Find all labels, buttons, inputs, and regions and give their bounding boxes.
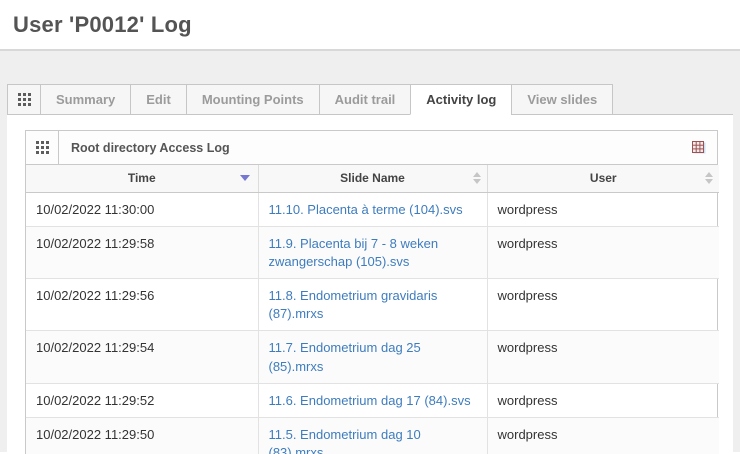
user-cell: wordpress [487,226,719,278]
user-cell: wordpress [487,331,719,383]
sort-desc-icon [240,175,250,181]
slide-cell: 11.8. Endometrium gravidaris (87).mrxs [258,279,487,331]
time-cell: 10/02/2022 11:29:50 [26,418,258,454]
column-header-time[interactable]: Time [26,165,258,192]
slide-cell: 11.9. Placenta bij 7 - 8 weken zwangersc… [258,226,487,278]
tab-activity-log[interactable]: Activity log [410,84,512,115]
user-cell: wordpress [487,279,719,331]
table-view-button[interactable] [691,141,707,155]
slide-link[interactable]: 11.6. Endometrium dag 17 (84).svs [269,393,471,408]
tab-audit-trail[interactable]: Audit trail [319,84,412,115]
table-row: 10/02/2022 11:29:52 11.6. Endometrium da… [26,383,719,417]
slide-cell: 11.5. Endometrium dag 10 (83).mrxs [258,418,487,454]
sort-toggle-icon [473,172,481,184]
table-row: 10/02/2022 11:29:50 11.5. Endometrium da… [26,418,719,454]
slide-cell: 11.7. Endometrium dag 25 (85).mrxs [258,331,487,383]
slide-link[interactable]: 11.5. Endometrium dag 10 (83).mrxs [269,427,421,454]
table-title-bar: Root directory Access Log [26,131,717,165]
slide-cell: 11.10. Placenta à terme (104).svs [258,192,487,226]
table-body: 10/02/2022 11:30:00 11.10. Placenta à te… [26,192,719,454]
user-cell: wordpress [487,192,719,226]
tab-mounting-points[interactable]: Mounting Points [186,84,320,115]
column-header-slide-name[interactable]: Slide Name [258,165,487,192]
table-title: Root directory Access Log [71,141,691,155]
access-log-table: Root directory Access Log [25,130,718,454]
column-header-user[interactable]: User [487,165,719,192]
table-icon [691,141,707,155]
time-cell: 10/02/2022 11:29:54 [26,331,258,383]
table-head: Time Slide Name User [26,165,719,192]
grid-menu-icon [36,141,49,154]
time-cell: 10/02/2022 11:30:00 [26,192,258,226]
table-grid-menu-button[interactable] [26,131,59,164]
slide-link[interactable]: 11.8. Endometrium gravidaris (87).mrxs [269,288,438,321]
slide-link[interactable]: 11.7. Endometrium dag 25 (85).mrxs [269,340,421,373]
tab-content-panel: Root directory Access Log [7,114,733,454]
access-log-grid: Time Slide Name User 10/02/2022 11:30:00… [26,165,719,454]
sort-toggle-icon [705,172,713,184]
screen: User 'P0012' Log SummaryEditMounting Poi… [0,0,740,454]
tab-edit[interactable]: Edit [130,84,187,115]
slide-link[interactable]: 11.9. Placenta bij 7 - 8 weken zwangersc… [269,236,439,269]
time-cell: 10/02/2022 11:29:58 [26,226,258,278]
user-cell: wordpress [487,383,719,417]
table-row: 10/02/2022 11:29:56 11.8. Endometrium gr… [26,279,719,331]
grid-menu-icon [18,93,31,106]
tab-summary[interactable]: Summary [40,84,131,115]
page-title: User 'P0012' Log [0,12,192,38]
tab-view-slides[interactable]: View slides [511,84,613,115]
table-row: 10/02/2022 11:30:00 11.10. Placenta à te… [26,192,719,226]
slide-link[interactable]: 11.10. Placenta à terme (104).svs [269,202,463,217]
time-cell: 10/02/2022 11:29:56 [26,279,258,331]
tab-bar: SummaryEditMounting PointsAudit trailAct… [7,84,733,115]
time-cell: 10/02/2022 11:29:52 [26,383,258,417]
table-row: 10/02/2022 11:29:58 11.9. Placenta bij 7… [26,226,719,278]
slide-cell: 11.6. Endometrium dag 17 (84).svs [258,383,487,417]
page-body: SummaryEditMounting PointsAudit trailAct… [0,51,740,452]
user-cell: wordpress [487,418,719,454]
page-header: User 'P0012' Log [0,0,740,51]
grid-menu-button[interactable] [7,84,41,115]
table-row: 10/02/2022 11:29:54 11.7. Endometrium da… [26,331,719,383]
